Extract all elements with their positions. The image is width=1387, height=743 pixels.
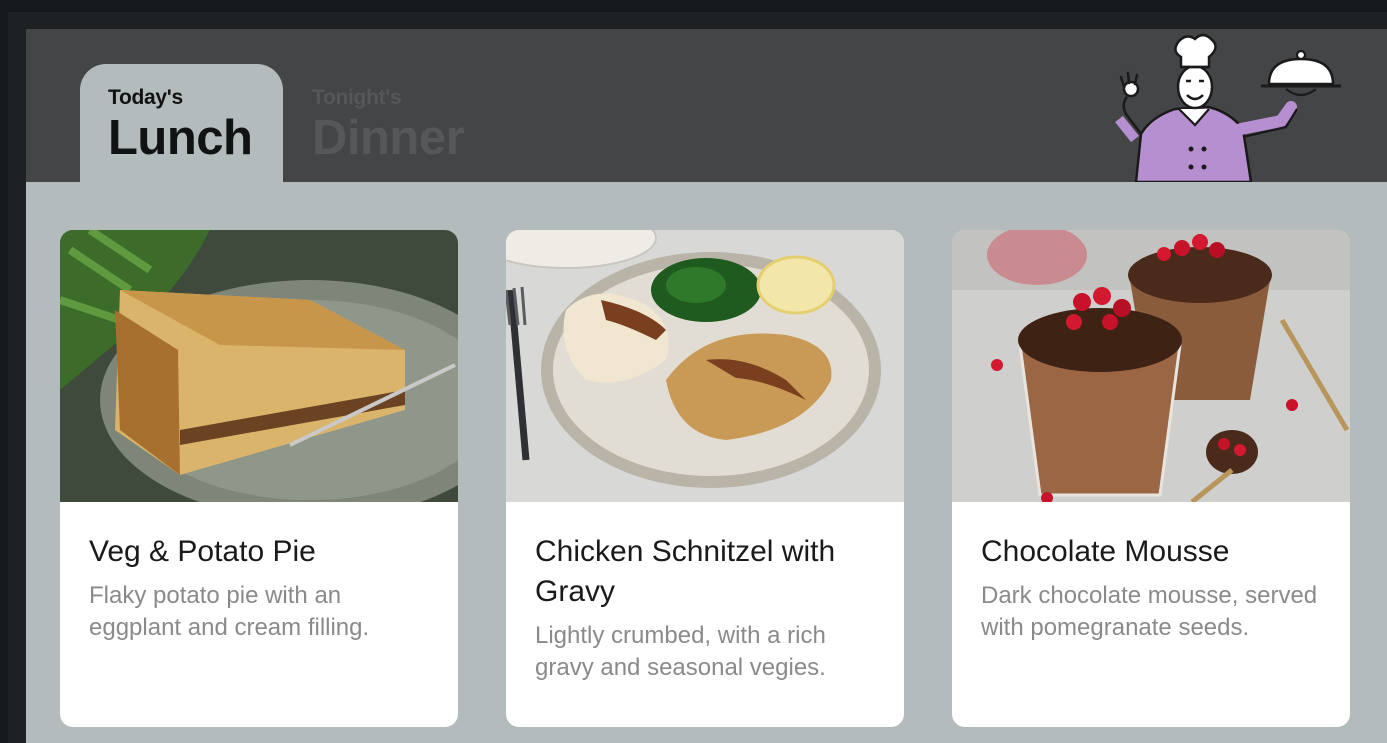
schnitzel-photo bbox=[506, 230, 904, 502]
tab-lunch-subtitle: Today's bbox=[108, 86, 183, 109]
tab-dinner[interactable]: Tonight's Dinner bbox=[285, 64, 505, 182]
tab-lunch-title: Lunch bbox=[108, 111, 253, 165]
dish-card-potato-pie[interactable]: Veg & Potato Pie Flaky potato pie with a… bbox=[60, 230, 458, 727]
tab-lunch[interactable]: Today's Lunch bbox=[80, 64, 283, 182]
tab-dinner-subtitle: Tonight's bbox=[312, 86, 402, 109]
dish-description: Lightly crumbed, with a rich gravy and s… bbox=[535, 622, 826, 681]
dish-card-schnitzel[interactable]: Chicken Schnitzel with Gravy Lightly cru… bbox=[506, 230, 904, 727]
header-bar: Today's Lunch Tonight's Dinner bbox=[26, 29, 1387, 182]
tab-dinner-title: Dinner bbox=[312, 111, 465, 165]
dish-description: Flaky potato pie with an eggplant and cr… bbox=[89, 582, 370, 641]
dish-title: Chicken Schnitzel with Gravy bbox=[535, 535, 836, 608]
dish-description: Dark chocolate mousse, served with pomeg… bbox=[981, 582, 1318, 641]
potato-pie-photo bbox=[60, 230, 458, 502]
dish-title: Veg & Potato Pie bbox=[89, 535, 316, 568]
display-bezel: Today's Lunch Tonight's Dinner Veg & Pot… bbox=[8, 12, 1387, 743]
menu-screen: Today's Lunch Tonight's Dinner Veg & Pot… bbox=[26, 29, 1387, 743]
dish-title: Chocolate Mousse bbox=[981, 535, 1230, 568]
chef-holding-cloche-icon bbox=[1115, 33, 1341, 182]
dish-card-chocolate-mousse[interactable]: Chocolate Mousse Dark chocolate mousse, … bbox=[952, 230, 1350, 727]
chocolate-mousse-photo bbox=[952, 230, 1350, 502]
